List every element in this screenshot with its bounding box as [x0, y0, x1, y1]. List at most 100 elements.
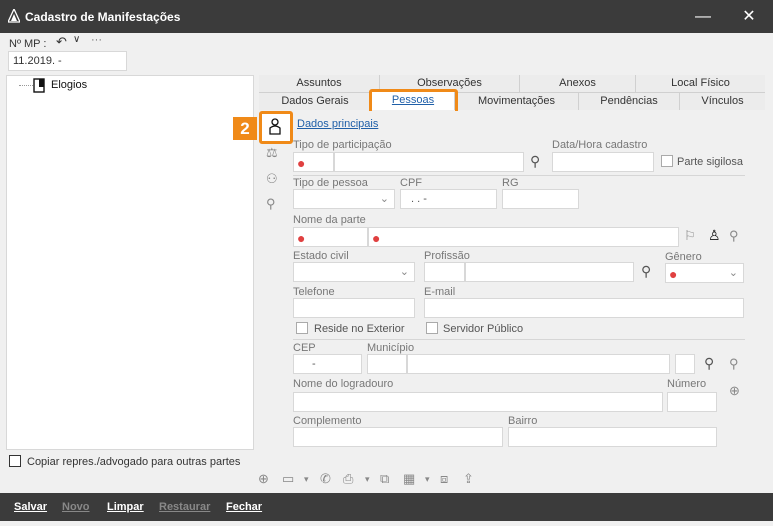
label-tipo-pessoa: Tipo de pessoa — [293, 177, 368, 189]
data-hora-field[interactable] — [552, 152, 654, 172]
person-search-icon[interactable]: ⚲ — [729, 228, 739, 244]
municipio-code-field[interactable] — [367, 354, 407, 374]
label-numero: Número — [667, 378, 707, 390]
servidor-publico-checkbox[interactable] — [426, 322, 438, 334]
telefone-field[interactable] — [293, 298, 415, 318]
label-telefone: Telefone — [293, 286, 335, 298]
label-nome-parte: Nome da parte — [293, 214, 366, 226]
address-search-icon[interactable]: ⚲ — [729, 356, 739, 372]
badge-2: 2 — [233, 117, 257, 140]
copy-representative-label: Copiar repres./advogado para outras part… — [27, 456, 241, 468]
clear-button[interactable]: Limpar — [107, 501, 144, 513]
estado-civil-select[interactable]: ⌄ — [293, 262, 415, 282]
save-button[interactable]: Salvar — [14, 501, 47, 513]
mp-label: Nº MP : — [9, 38, 47, 50]
municipio-field[interactable] — [407, 354, 670, 374]
tab-local-fisico[interactable]: Local Físico — [636, 75, 765, 92]
chevron-down-icon[interactable]: ∨ — [73, 34, 80, 45]
logradouro-field[interactable] — [293, 392, 663, 412]
phone-icon[interactable]: ✆ — [320, 471, 331, 487]
window-title: Cadastro de Manifestações — [25, 10, 181, 24]
search-person-icon[interactable]: ⚲ — [266, 196, 276, 212]
nome-parte-code-field[interactable]: ● — [293, 227, 368, 247]
email-field[interactable] — [424, 298, 744, 318]
tab-dados-gerais[interactable]: Dados Gerais — [259, 93, 372, 110]
cpf-field[interactable]: . . - — [400, 189, 497, 209]
profissao-code-field[interactable] — [424, 262, 465, 282]
complemento-field[interactable] — [293, 427, 503, 447]
label-municipio: Município — [367, 342, 415, 354]
tab-pendencias[interactable]: Pendências — [579, 93, 680, 110]
close-form-button[interactable]: Fechar — [226, 501, 262, 513]
tab-vinculos[interactable]: Vínculos — [680, 93, 765, 110]
genero-select[interactable]: ● ⌄ — [665, 263, 744, 283]
cep-field[interactable]: - — [293, 354, 362, 374]
mp-number-field[interactable]: 11.2019. - — [8, 51, 127, 71]
label-data-hora: Data/Hora cadastro — [552, 139, 648, 151]
close-button[interactable]: ✕ — [732, 0, 766, 33]
label-bairro: Bairro — [508, 415, 538, 427]
servidor-publico-label: Servidor Público — [443, 323, 524, 335]
folder-dropdown-icon[interactable]: ▾ — [304, 474, 309, 485]
lawyer-icon[interactable]: ⚖ — [266, 145, 278, 161]
tipo-pessoa-select[interactable]: ⌄ — [293, 189, 395, 209]
section-dados-principais[interactable]: Dados principais — [297, 118, 378, 130]
nome-parte-field[interactable]: ● — [368, 227, 679, 247]
tree-connector — [19, 85, 33, 86]
profissao-search-icon[interactable]: ⚲ — [641, 263, 651, 280]
bairro-field[interactable] — [508, 427, 717, 447]
parte-sigilosa-label: Parte sigilosa — [677, 156, 744, 168]
print-dropdown-icon[interactable]: ▾ — [365, 474, 370, 485]
uf-field[interactable] — [675, 354, 695, 374]
reside-exterior-label: Reside no Exterior — [314, 323, 405, 335]
label-email: E-mail — [424, 286, 456, 298]
copy-icon[interactable]: ⧉ — [380, 471, 389, 487]
tipo-participacao-field[interactable] — [334, 152, 524, 172]
tab-assuntos[interactable]: Assuntos — [259, 75, 380, 92]
label-cep: CEP — [293, 342, 316, 354]
action-toolbar: ⊕ ▭ ▾ ✆ ⎙ ▾ ⧉ ▦ ▾ ⧈ ⇪ — [258, 471, 498, 489]
copy-representative-checkbox[interactable] — [9, 455, 21, 467]
remove-person-icon[interactable]: ⚇ — [266, 171, 278, 187]
document-icon — [33, 78, 45, 93]
label-tipo-participacao: Tipo de participação — [293, 139, 392, 151]
parte-sigilosa-checkbox[interactable] — [661, 155, 673, 167]
minimize-button[interactable]: — — [686, 0, 720, 33]
print-icon[interactable]: ⎙ — [343, 471, 353, 487]
add-document-icon[interactable]: ⊕ — [258, 471, 269, 487]
tab-anexos[interactable]: Anexos — [520, 75, 636, 92]
tree-panel: Elogios — [6, 75, 254, 450]
person-icon[interactable] — [268, 118, 282, 135]
restore-button[interactable]: Restaurar — [159, 501, 210, 513]
label-profissao: Profissão — [424, 250, 470, 262]
label-cpf: CPF — [400, 177, 422, 189]
title-bar: Cadastro de Manifestações — ✕ — [0, 0, 773, 33]
person-key-icon[interactable]: ♙ — [708, 227, 721, 244]
numero-field[interactable] — [667, 392, 717, 412]
app-logo-icon — [8, 9, 20, 23]
calendar-icon[interactable]: ▦ — [403, 471, 415, 487]
bottom-bar: Salvar Novo Limpar Restaurar Fechar — [0, 493, 773, 521]
add-address-icon[interactable]: ⊕ — [729, 383, 740, 399]
calendar-dropdown-icon[interactable]: ▾ — [425, 474, 430, 485]
rg-field[interactable] — [502, 189, 579, 209]
municipio-search-icon[interactable]: ⚲ — [704, 355, 714, 372]
label-logradouro: Nome do logradouro — [293, 378, 394, 390]
undo-icon[interactable]: ↶ — [56, 34, 67, 50]
folder-icon[interactable]: ▭ — [282, 471, 294, 487]
new-button[interactable]: Novo — [62, 501, 90, 513]
label-complemento: Complemento — [293, 415, 362, 427]
profissao-field[interactable] — [465, 262, 634, 282]
tree-item-elogios[interactable]: Elogios — [51, 79, 87, 91]
tab-movimentacoes[interactable]: Movimentações — [455, 93, 579, 110]
search-icon[interactable]: ⚲ — [530, 153, 540, 170]
more-icon[interactable]: ··· — [91, 34, 102, 46]
export-icon[interactable]: ⇪ — [463, 471, 474, 487]
label-genero: Gênero — [665, 251, 702, 263]
label-rg: RG — [502, 177, 519, 189]
document-list-icon[interactable]: ⧈ — [440, 471, 448, 487]
tipo-participacao-code-field[interactable]: ● — [293, 152, 334, 172]
reside-exterior-checkbox[interactable] — [296, 322, 308, 334]
label-estado-civil: Estado civil — [293, 250, 349, 262]
person-list-icon[interactable]: ⚐ — [684, 228, 696, 244]
